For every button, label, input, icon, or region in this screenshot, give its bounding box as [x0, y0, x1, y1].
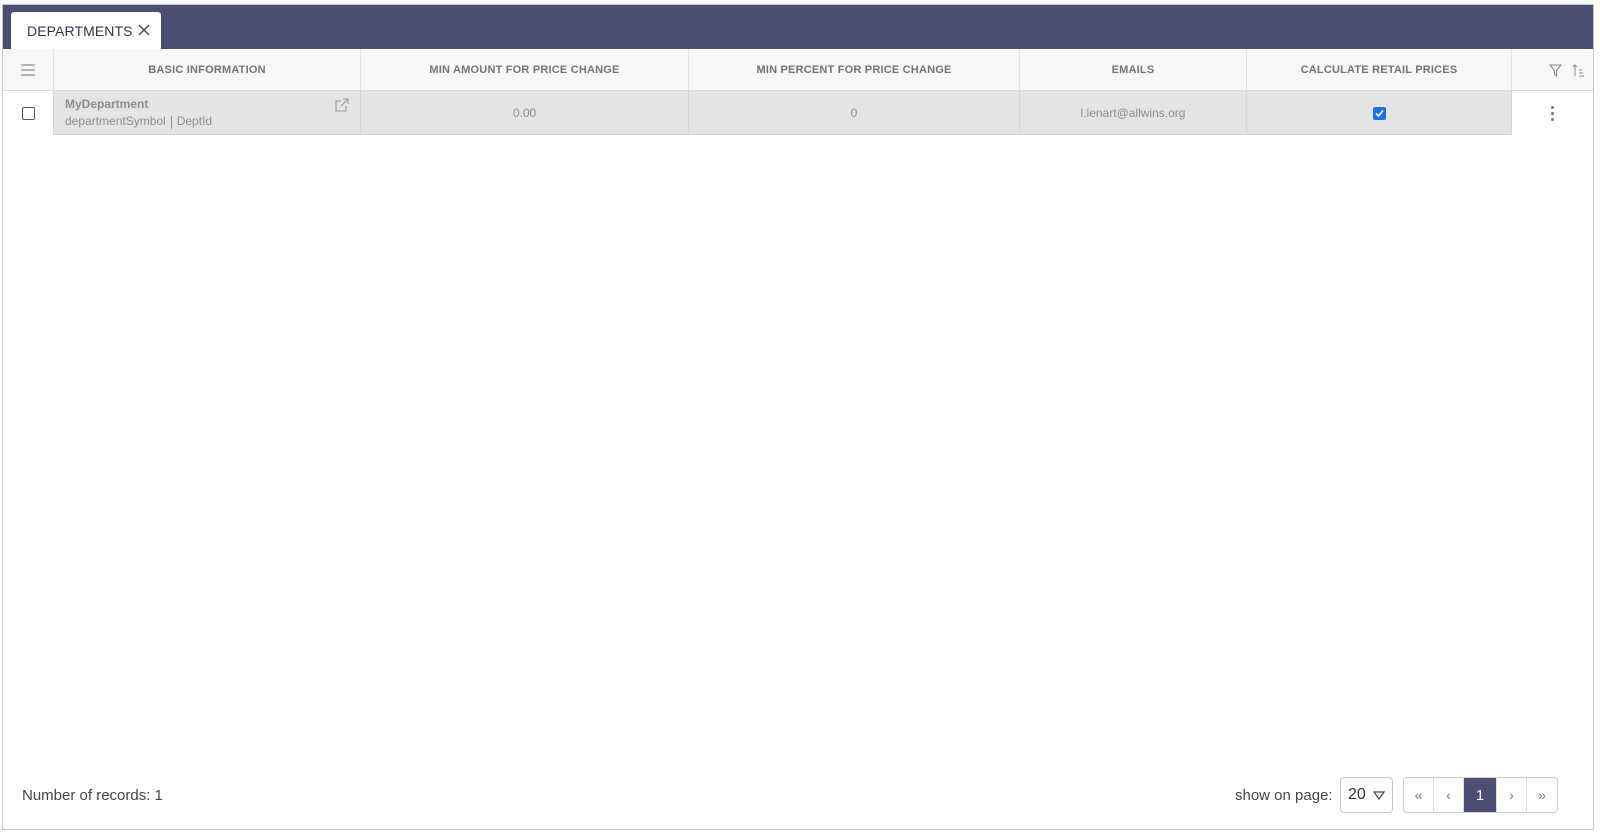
- previous-page-button[interactable]: ‹: [1434, 778, 1464, 812]
- cell-email: l.lenart@allwins.org: [1020, 91, 1247, 135]
- next-page-button[interactable]: ›: [1497, 778, 1527, 812]
- close-icon[interactable]: [137, 23, 151, 37]
- calculate-retail-prices-checkbox[interactable]: [1372, 106, 1386, 120]
- sort-icon[interactable]: [1572, 63, 1585, 77]
- cell-min-percent: 0: [689, 91, 1020, 135]
- show-on-page-label: show on page:: [1235, 787, 1333, 804]
- checkmark-icon: [1374, 109, 1384, 117]
- header-emails[interactable]: EMAILS: [1020, 49, 1247, 91]
- cell-calculate-retail-prices: [1247, 91, 1512, 135]
- header-tools: [1512, 49, 1593, 91]
- tab-departments[interactable]: DEPARTMENTS: [11, 12, 161, 49]
- pagination: « ‹ 1 › »: [1403, 777, 1558, 813]
- header-basic-information[interactable]: BASIC INFORMATION: [54, 49, 361, 91]
- department-details: departmentSymbol DeptId: [65, 114, 213, 129]
- kebab-icon[interactable]: [1551, 105, 1554, 121]
- table-footer: Number of records: 1 show on page: 20 « …: [3, 763, 1593, 829]
- header-min-percent[interactable]: MIN PERCENT FOR PRICE CHANGE: [689, 49, 1020, 91]
- page-size-select[interactable]: 20: [1340, 777, 1393, 813]
- current-page-button[interactable]: 1: [1464, 778, 1497, 812]
- department-id: DeptId: [176, 114, 213, 129]
- external-link-icon[interactable]: [335, 98, 349, 112]
- cell-basic-information: MyDepartment departmentSymbol DeptId: [54, 91, 361, 135]
- menu-icon: [21, 64, 35, 76]
- tab-label: DEPARTMENTS: [27, 22, 133, 39]
- filter-icon[interactable]: [1549, 64, 1562, 77]
- table-header: BASIC INFORMATION MIN AMOUNT FOR PRICE C…: [3, 49, 1593, 91]
- tab-bar: DEPARTMENTS: [3, 5, 1593, 49]
- cell-min-amount: 0.00: [361, 91, 689, 135]
- header-calculate-retail-prices[interactable]: CALCULATE RETAIL PRICES: [1247, 49, 1512, 91]
- header-min-amount[interactable]: MIN AMOUNT FOR PRICE CHANGE: [361, 49, 689, 91]
- chevron-down-icon: [1373, 791, 1385, 800]
- departments-window: DEPARTMENTS BASIC INFORMATION MIN AMOUNT…: [2, 4, 1594, 830]
- table-row[interactable]: MyDepartment departmentSymbol DeptId 0.00…: [3, 91, 1593, 135]
- divider: [170, 115, 172, 129]
- row-select-checkbox[interactable]: [21, 106, 35, 120]
- last-page-button[interactable]: »: [1527, 778, 1557, 812]
- department-symbol: departmentSymbol: [65, 114, 166, 129]
- row-actions-cell: [1512, 91, 1593, 135]
- first-page-button[interactable]: «: [1404, 778, 1434, 812]
- page-size-value: 20: [1348, 786, 1366, 803]
- column-menu-button[interactable]: [3, 49, 54, 91]
- department-name: MyDepartment: [65, 97, 149, 112]
- departments-table: BASIC INFORMATION MIN AMOUNT FOR PRICE C…: [3, 49, 1593, 135]
- row-select-cell: [3, 91, 54, 135]
- records-count: Number of records: 1: [22, 787, 163, 804]
